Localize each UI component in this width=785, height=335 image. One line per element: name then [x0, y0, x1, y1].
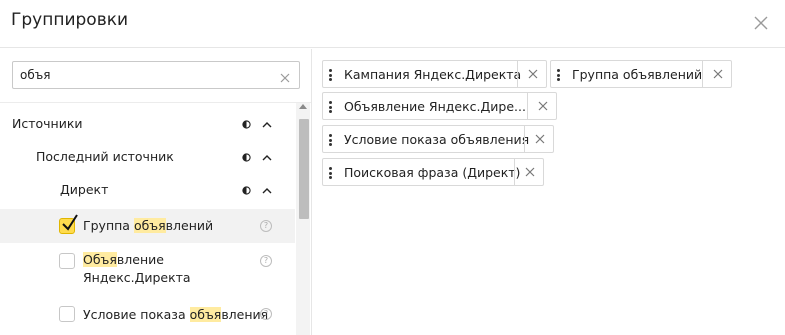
close-icon	[538, 101, 548, 111]
search-highlight: объя	[133, 218, 166, 233]
half-circle-icon[interactable]	[242, 186, 251, 195]
grouping-chip[interactable]: Объявление Яндекс.Дире...	[322, 92, 557, 120]
search-highlight: объя	[189, 307, 222, 322]
drag-handle-icon[interactable]	[557, 69, 560, 81]
chip-label: Условие показа объявления	[344, 132, 530, 147]
grouping-chip[interactable]: Кампания Яндекс.Директа	[322, 60, 547, 88]
chip-label: Группа объявлений	[572, 67, 703, 82]
checkbox[interactable]	[59, 253, 75, 269]
divider	[0, 102, 311, 103]
search-field[interactable]	[12, 61, 300, 89]
search-highlight: Объя	[83, 252, 117, 267]
tree-node-last-source[interactable]: Последний источник	[0, 146, 295, 170]
chevron-up-icon[interactable]	[262, 187, 272, 195]
grouping-chip[interactable]: Группа объявлений	[550, 60, 732, 88]
dialog-header: Группировки	[0, 0, 785, 48]
available-groupings-pane: Источники Последний источник Директ Груп…	[0, 49, 312, 335]
close-icon[interactable]	[752, 14, 770, 32]
checkmark-icon	[62, 214, 78, 231]
chevron-up-icon[interactable]	[262, 154, 272, 162]
chevron-up-icon[interactable]	[262, 121, 272, 129]
checkbox[interactable]	[59, 214, 78, 234]
clear-search-icon[interactable]	[279, 69, 291, 83]
remove-chip-button[interactable]	[527, 93, 557, 119]
drag-handle-icon[interactable]	[329, 167, 332, 179]
chip-label: Кампания Яндекс.Директа	[344, 67, 522, 82]
tree-node-label: Директ	[60, 182, 109, 197]
help-icon[interactable]: ?	[260, 308, 272, 320]
chip-label: Поисковая фраза (Директ)	[344, 165, 521, 180]
item-label: Объявление	[83, 252, 164, 267]
search-input[interactable]	[13, 62, 273, 88]
list-item[interactable]: Условие показа объявления ?	[0, 300, 295, 330]
tree-node-direct[interactable]: Директ	[0, 179, 295, 203]
list-item[interactable]: Объявление Яндекс.Директа ?	[0, 246, 295, 292]
list-item[interactable]: Группа объявлений ?	[0, 209, 295, 243]
close-icon	[528, 69, 538, 79]
half-circle-icon[interactable]	[242, 120, 251, 129]
scrollbar-thumb[interactable]	[299, 119, 309, 219]
item-label: Условие показа объявления	[83, 307, 269, 322]
grouping-chip[interactable]: Поисковая фраза (Директ)	[322, 158, 544, 186]
remove-chip-button[interactable]	[514, 159, 544, 185]
selected-groupings-pane: Кампания Яндекс.Директа Группа объявлени…	[313, 49, 785, 335]
remove-chip-button[interactable]	[524, 126, 554, 152]
close-icon	[713, 69, 723, 79]
chip-label: Объявление Яндекс.Дире...	[344, 99, 526, 114]
item-label-line2: Яндекс.Директа	[83, 270, 191, 285]
drag-handle-icon[interactable]	[329, 101, 332, 113]
tree-node-sources[interactable]: Источники	[0, 113, 295, 137]
grouping-chip[interactable]: Условие показа объявления	[322, 125, 554, 153]
help-icon[interactable]: ?	[260, 220, 272, 232]
scroll-up-icon[interactable]	[299, 104, 307, 109]
drag-handle-icon[interactable]	[329, 69, 332, 81]
remove-chip-button[interactable]	[517, 61, 547, 87]
dialog-title: Группировки	[11, 10, 129, 30]
remove-chip-button[interactable]	[702, 61, 732, 87]
tree-node-label: Последний источник	[36, 149, 174, 164]
help-icon[interactable]: ?	[260, 255, 272, 267]
checkbox[interactable]	[59, 306, 75, 322]
drag-handle-icon[interactable]	[329, 134, 332, 146]
tree-node-label: Источники	[12, 116, 83, 131]
item-label: Группа объявлений	[83, 218, 214, 233]
half-circle-icon[interactable]	[242, 153, 251, 162]
close-icon	[535, 134, 545, 144]
close-icon	[525, 167, 535, 177]
